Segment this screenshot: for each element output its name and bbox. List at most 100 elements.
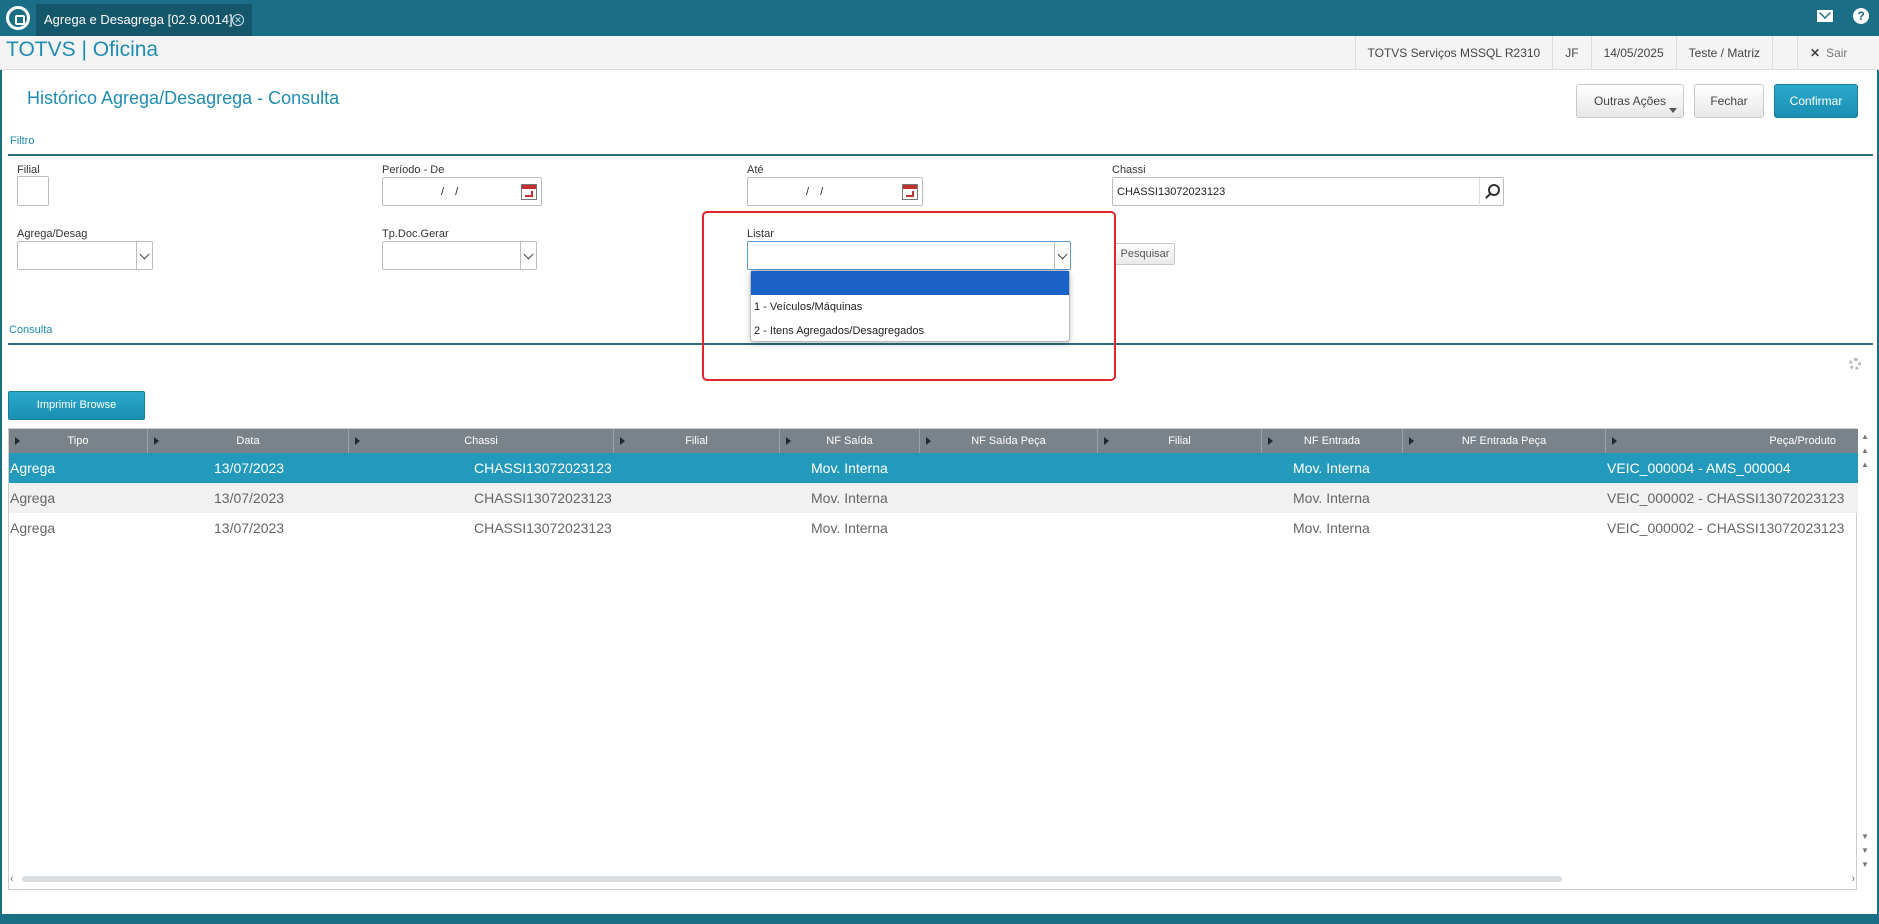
- scroll-left-icon[interactable]: ‹: [10, 872, 14, 886]
- cell-tipo: Agrega: [10, 490, 56, 506]
- header-bar: TOTVS | Oficina TOTVS Serviços MSSQL R23…: [0, 36, 1879, 70]
- app-tab[interactable]: Agrega e Desagrega [02.9.0014] ✕: [36, 4, 252, 36]
- table-row[interactable]: Agrega 13/07/2023 CHASSI13072023123 Mov.…: [9, 483, 1858, 513]
- cell-nf-saida: Mov. Interna: [811, 490, 888, 506]
- periodo-de-input[interactable]: / /: [382, 177, 542, 206]
- chassi-label: Chassi: [1112, 164, 1146, 176]
- app-tab-title: Agrega e Desagrega [02.9.0014]: [44, 12, 233, 27]
- imprimir-browse-button[interactable]: Imprimir Browse: [8, 391, 145, 420]
- grid-header: Tipo Data Chassi Filial NF Saída NF Saíd…: [9, 429, 1858, 453]
- col-label: NF Saída Peça: [971, 435, 1046, 447]
- header-spacer: [1772, 36, 1797, 70]
- scroll-up-icon[interactable]: ▲: [1859, 458, 1871, 472]
- col-label: Filial: [685, 435, 708, 447]
- sort-icon: [1104, 437, 1109, 445]
- brand-title: TOTVS | Oficina: [6, 38, 159, 61]
- cell-nf-entrada: Mov. Interna: [1293, 520, 1370, 536]
- ate-input[interactable]: / /: [747, 177, 923, 206]
- close-tab-icon[interactable]: ✕: [232, 14, 244, 26]
- bottom-frame: [0, 914, 1879, 924]
- col-chassi[interactable]: Chassi: [349, 429, 614, 453]
- ate-value: / /: [806, 186, 828, 198]
- scroll-page-down-icon[interactable]: ▼: [1859, 844, 1871, 858]
- cell-chassi: CHASSI13072023123: [474, 520, 612, 536]
- col-label: NF Saída: [826, 435, 873, 447]
- close-icon: ✕: [1810, 46, 1821, 60]
- scroll-down-icon[interactable]: ▼: [1859, 830, 1871, 844]
- fechar-button[interactable]: Fechar: [1694, 84, 1764, 118]
- vertical-scrollbar[interactable]: ▲ ▲ ▲ ▼ ▼ ▼: [1857, 428, 1873, 890]
- sort-icon: [355, 437, 360, 445]
- results-grid: Tipo Data Chassi Filial NF Saída NF Saíd…: [8, 428, 1858, 890]
- exit-button[interactable]: ✕ Sair: [1797, 36, 1879, 70]
- tpdoc-label: Tp.Doc.Gerar: [382, 228, 449, 240]
- col-tipo[interactable]: Tipo: [9, 429, 148, 453]
- sort-icon: [15, 437, 20, 445]
- outras-acoes-button[interactable]: Outras Ações: [1576, 84, 1684, 118]
- filial-input[interactable]: [17, 176, 49, 206]
- pesquisar-button[interactable]: Pesquisar: [1115, 243, 1175, 265]
- consulta-section-label: Consulta: [9, 324, 53, 336]
- col-nf-entrada[interactable]: NF Entrada: [1262, 429, 1403, 453]
- scroll-top-icon[interactable]: ▲: [1859, 430, 1871, 444]
- totvs-logo-icon[interactable]: [6, 6, 30, 30]
- cell-tipo: Agrega: [10, 460, 56, 476]
- cell-tipo: Agrega: [10, 520, 56, 536]
- help-icon[interactable]: ?: [1853, 8, 1869, 24]
- table-row[interactable]: Agrega 13/07/2023 CHASSI13072023123 Mov.…: [9, 513, 1858, 543]
- cell-data: 13/07/2023: [214, 460, 285, 476]
- col-filial[interactable]: Filial: [614, 429, 780, 453]
- gear-icon[interactable]: [1849, 358, 1861, 370]
- cell-chassi: CHASSI13072023123: [474, 490, 612, 506]
- header-info: TOTVS Serviços MSSQL R2310 JF 14/05/2025…: [1354, 36, 1879, 70]
- sort-icon: [620, 437, 625, 445]
- col-nf-entrada-peca[interactable]: NF Entrada Peça: [1403, 429, 1606, 453]
- col-label: Peça/Produto: [1769, 435, 1836, 447]
- chevron-down-icon: [136, 242, 152, 270]
- tpdoc-select[interactable]: [382, 241, 537, 270]
- cell-nf-saida: Mov. Interna: [811, 520, 888, 536]
- cell-nf-entrada: Mov. Interna: [1293, 490, 1370, 506]
- search-icon[interactable]: [1479, 178, 1503, 206]
- app-bar: Agrega e Desagrega [02.9.0014] ✕ ?: [0, 0, 1879, 36]
- company-info[interactable]: Teste / Matriz: [1675, 36, 1772, 70]
- calendar-icon[interactable]: [521, 184, 537, 200]
- user-info: JF: [1552, 36, 1590, 70]
- sort-icon: [1409, 437, 1414, 445]
- filtro-section-label: Filtro: [10, 135, 35, 147]
- col-peca-produto[interactable]: Peça/Produto: [1606, 429, 1858, 453]
- col-label: NF Entrada Peça: [1461, 435, 1547, 447]
- agrega-select[interactable]: [17, 241, 153, 270]
- sort-icon: [1612, 437, 1617, 445]
- ate-label: Até: [747, 164, 764, 176]
- mail-icon[interactable]: [1817, 10, 1833, 22]
- scroll-bottom-icon[interactable]: ▼: [1859, 858, 1871, 872]
- frame-left: [0, 70, 2, 914]
- horizontal-scrollbar[interactable]: ‹ ›: [8, 872, 1857, 886]
- col-nf-saida[interactable]: NF Saída: [780, 429, 920, 453]
- chassi-input[interactable]: CHASSI13072023123: [1112, 177, 1504, 206]
- caret-down-icon: [1669, 108, 1677, 113]
- cell-peca-produto: VEIC_000002 - CHASSI13072023123: [1607, 520, 1845, 536]
- cell-nf-saida: Mov. Interna: [811, 460, 888, 476]
- col-data[interactable]: Data: [148, 429, 349, 453]
- table-row[interactable]: Agrega 13/07/2023 CHASSI13072023123 Mov.…: [9, 453, 1858, 483]
- confirmar-button[interactable]: Confirmar: [1774, 84, 1858, 118]
- col-nf-saida-peca[interactable]: NF Saída Peça: [920, 429, 1098, 453]
- cell-chassi: CHASSI13072023123: [474, 460, 612, 476]
- title-bar: Histórico Agrega/Desagrega - Consulta Ou…: [8, 78, 1873, 120]
- col-label: NF Entrada: [1303, 435, 1361, 447]
- cell-data: 13/07/2023: [214, 490, 285, 506]
- scroll-page-up-icon[interactable]: ▲: [1859, 444, 1871, 458]
- periodo-de-label: Período - De: [382, 164, 445, 176]
- scroll-right-icon[interactable]: ›: [1851, 872, 1855, 886]
- col-label: Data: [236, 435, 260, 447]
- col-filial-2[interactable]: Filial: [1098, 429, 1262, 453]
- calendar-icon[interactable]: [902, 184, 918, 200]
- sort-icon: [926, 437, 931, 445]
- chassi-value: CHASSI13072023123: [1117, 186, 1226, 198]
- col-label: Tipo: [67, 435, 89, 447]
- scroll-thumb[interactable]: [22, 876, 1562, 882]
- filtro-divider: [8, 154, 1873, 156]
- app-icons: ?: [1817, 8, 1869, 24]
